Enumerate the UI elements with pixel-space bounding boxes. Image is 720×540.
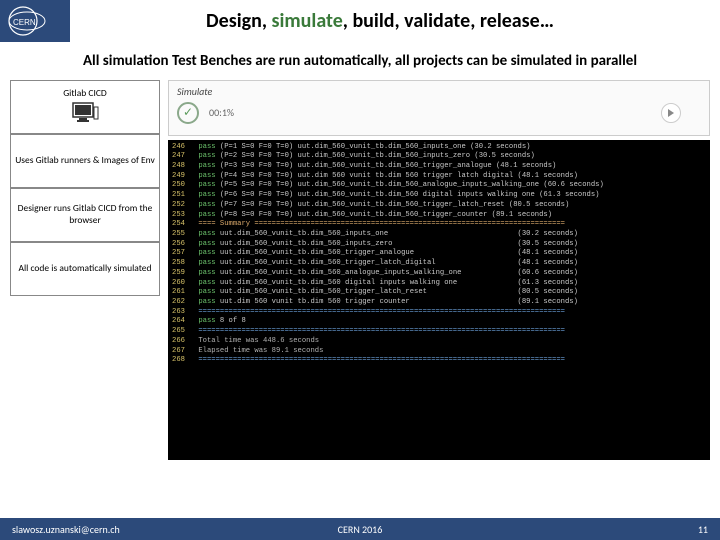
check-icon: ✓ [183,105,193,120]
header-bar: CERN Design, simulate, build, validate, … [0,0,720,42]
sidebox-designer: Designer runs Gitlab CICD from the brows… [10,188,160,242]
slide-title: Design, simulate, build, validate, relea… [70,0,720,42]
simulate-panel-title: Simulate [177,85,701,98]
simulate-panel: Simulate ✓ 00:1% [168,80,710,136]
simulate-panel-row: ✓ 00:1% [177,102,701,124]
footer-page-number: 11 [698,523,708,536]
sidebar: Gitlab CICD Uses Gitlab runners & Images… [10,80,160,460]
content-area: Gitlab CICD Uses Gitlab runners & Images… [0,80,720,460]
progress-percent: 00:1% [209,106,234,119]
play-button[interactable] [661,103,681,123]
title-simulate: simulate [272,9,343,33]
sidebox-label: Designer runs Gitlab CICD from the brows… [15,203,155,227]
sidebox-auto: All code is automatically simulated [10,242,160,296]
svg-text:CERN: CERN [13,18,36,27]
footer-email: slawosz.uznanski@cern.ch [12,523,120,536]
sidebox-label: Uses Gitlab runners & Images of Env [15,155,155,167]
sidebox-gitlab-cicd: Gitlab CICD [10,80,160,134]
computer-icon [71,101,99,125]
cern-logo: CERN [0,0,70,42]
sidebox-runners: Uses Gitlab runners & Images of Env [10,134,160,188]
progress-circle: ✓ [177,102,199,124]
terminal-output: 246 pass (P=1 S=0 F=0 T=0) uut.dim_560_v… [168,140,710,460]
title-post: , build, validate, release… [343,9,554,33]
sidebox-label: All code is automatically simulated [18,263,151,275]
title-pre: Design, [206,9,271,33]
footer-conference: CERN 2016 [338,523,383,536]
sidebox-label: Gitlab CICD [63,88,107,100]
footer-bar: slawosz.uznanski@cern.ch CERN 2016 11 [0,518,720,540]
main-panel: Simulate ✓ 00:1% 246 pass (P=1 S=0 F=0 T… [168,80,710,460]
subheading: All simulation Test Benches are run auto… [0,42,720,80]
play-icon [668,109,674,117]
